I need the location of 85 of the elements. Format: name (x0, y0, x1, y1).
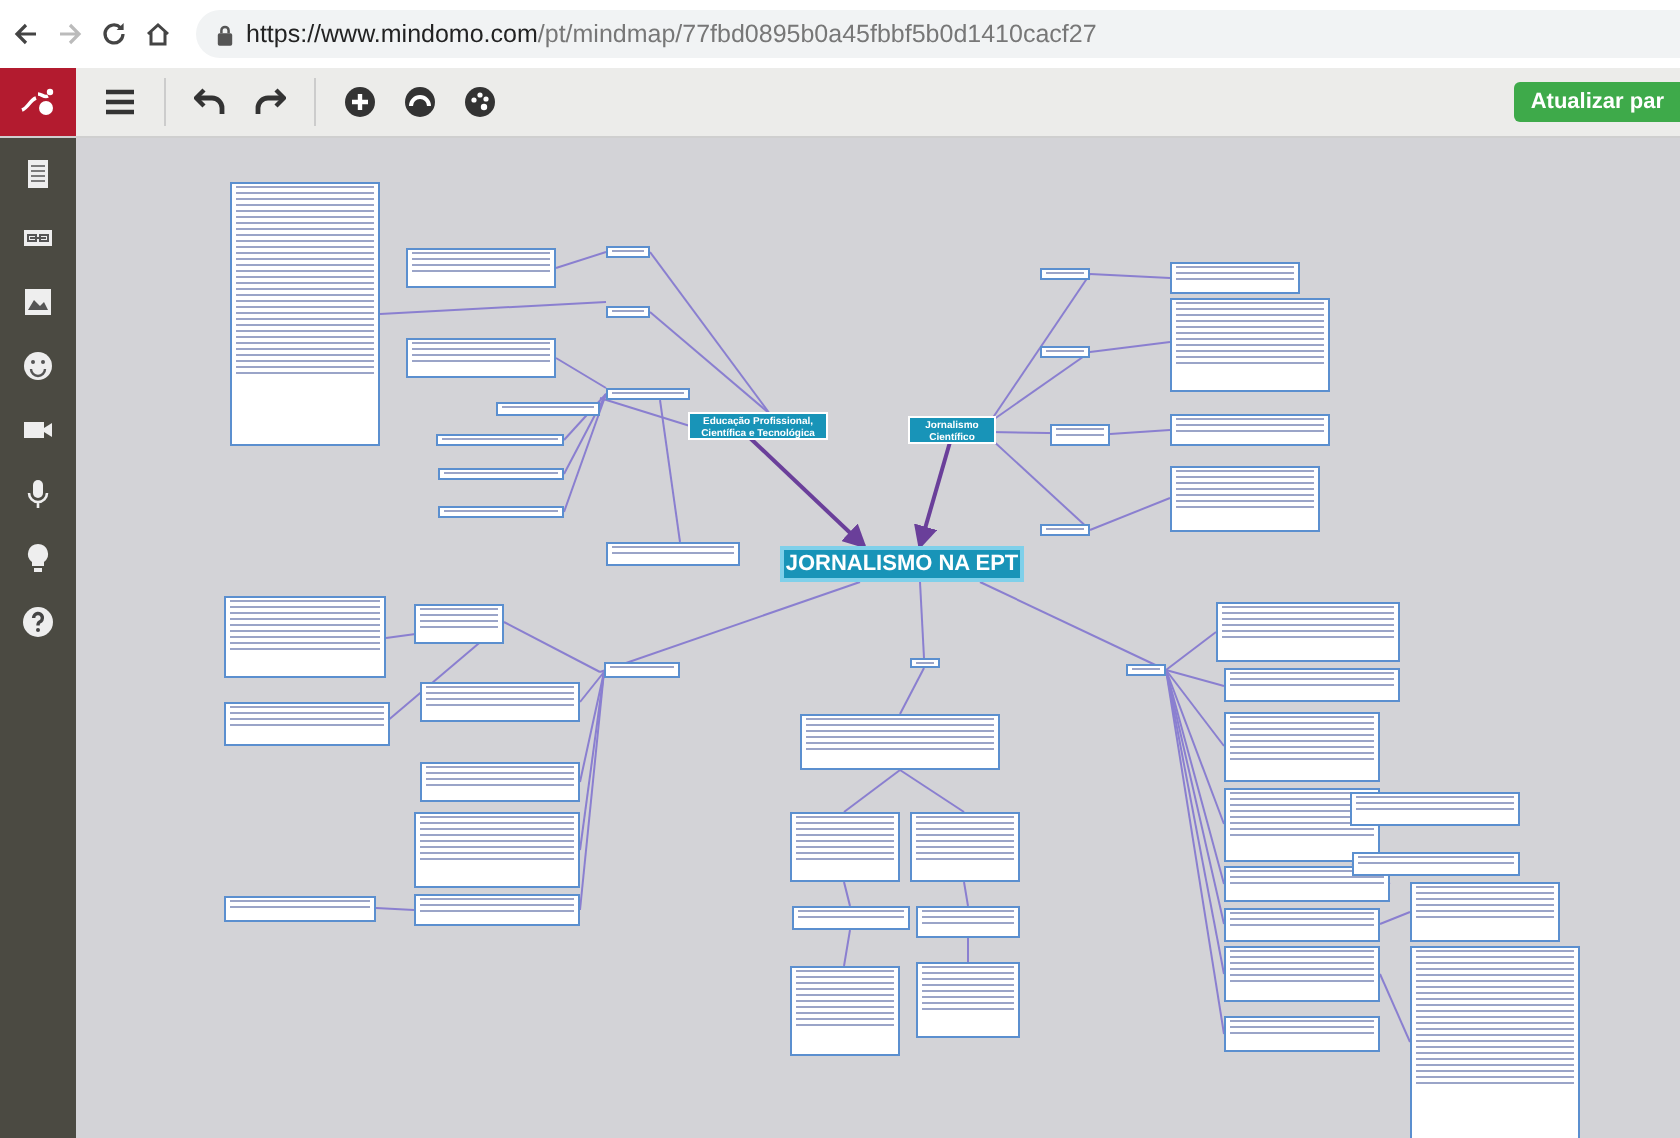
mind-map-node[interactable] (790, 812, 900, 882)
connector-line (843, 929, 851, 967)
update-button[interactable]: Atualizar par (1514, 82, 1680, 122)
connector-arrow (748, 436, 867, 549)
mind-map-node[interactable] (420, 762, 580, 802)
mind-map-node[interactable] (414, 604, 504, 644)
mind-map-node[interactable] (1216, 602, 1400, 662)
mind-map-node[interactable] (790, 966, 900, 1056)
mind-map-node[interactable] (230, 182, 380, 446)
mind-map-node[interactable] (1224, 908, 1380, 942)
connector-line (967, 937, 969, 963)
mind-map-node[interactable] (436, 434, 564, 446)
connector-line (555, 357, 607, 389)
mind-map-node[interactable] (406, 338, 556, 378)
lightbulb-icon[interactable] (22, 542, 54, 574)
mind-map-node[interactable] (606, 542, 740, 566)
microphone-icon[interactable] (22, 478, 54, 510)
mind-map-node[interactable] (604, 662, 680, 678)
mind-map-node[interactable] (1170, 414, 1330, 446)
connector-line (375, 907, 415, 911)
mind-map-node[interactable] (1350, 792, 1520, 826)
image-icon[interactable] (22, 286, 54, 318)
mind-map-node[interactable] (406, 248, 556, 288)
connector-line (963, 881, 969, 907)
app-logo[interactable] (0, 68, 76, 136)
connector-line (1379, 911, 1411, 925)
smiley-icon[interactable] (22, 350, 54, 382)
undo-icon[interactable] (194, 86, 226, 118)
mind-map-node[interactable] (1040, 524, 1090, 536)
reload-icon[interactable] (100, 20, 128, 48)
back-icon[interactable] (12, 20, 40, 48)
connector-line (555, 251, 607, 269)
mind-map-node[interactable] (1224, 866, 1390, 902)
connector-line (899, 769, 965, 813)
connector-line (843, 881, 851, 907)
mind-map-node[interactable] (1170, 262, 1300, 294)
mind-map-node[interactable] (1224, 1016, 1380, 1052)
redo-icon[interactable] (254, 86, 286, 118)
connector-line (899, 667, 925, 715)
mind-map-node[interactable] (414, 812, 580, 888)
mind-map-node[interactable] (224, 702, 390, 746)
mind-map-node[interactable] (496, 402, 600, 416)
help-icon[interactable] (22, 606, 54, 638)
mind-map-node[interactable] (1224, 712, 1380, 782)
central-topic-node[interactable]: JORNALISMO NA EPT (780, 546, 1024, 582)
mind-map-node[interactable] (800, 714, 1000, 770)
mind-map-node[interactable] (438, 506, 564, 518)
mind-map-node[interactable] (1050, 424, 1110, 446)
mind-map-node[interactable] (1224, 668, 1400, 702)
connector-line (1379, 973, 1411, 1043)
mind-map-node[interactable] (438, 468, 564, 480)
mind-map-node[interactable] (1410, 882, 1560, 942)
mind-map-node[interactable] (1126, 664, 1166, 676)
connector-arrow (914, 441, 952, 550)
mind-map-node[interactable] (910, 658, 940, 668)
mind-map-node[interactable] (1040, 346, 1090, 358)
mind-map-node[interactable] (1170, 298, 1330, 392)
mind-map-node[interactable] (414, 894, 580, 926)
mind-map-node[interactable] (224, 596, 386, 678)
mind-map-node[interactable] (420, 682, 580, 722)
notes-icon[interactable] (22, 158, 54, 190)
mind-map-node[interactable] (792, 906, 910, 930)
lock-icon (216, 23, 234, 45)
mind-map-node[interactable] (1170, 466, 1320, 532)
forward-icon[interactable] (56, 20, 84, 48)
home-icon[interactable] (144, 20, 172, 48)
address-bar[interactable]: https://www.mindomo.com/pt/mindmap/77fbd0895b0a45fbbf5b0d1410cacf27 (196, 10, 1680, 58)
mind-map-node[interactable] (606, 246, 650, 258)
mind-map-node[interactable] (916, 906, 1020, 938)
palette-icon[interactable] (464, 86, 496, 118)
mind-map-node[interactable] (606, 306, 650, 318)
connector-line (919, 581, 925, 659)
add-icon[interactable] (344, 86, 376, 118)
mind-map-node[interactable] (1352, 852, 1520, 876)
mind-map-node[interactable] (1410, 946, 1580, 1138)
mind-map-node[interactable] (224, 896, 376, 922)
url-text: https://www.mindomo.com/pt/mindmap/77fbd0895b0a45fbbf5b0d1410cacf27 (246, 20, 1097, 48)
mind-map-node[interactable] (1224, 946, 1380, 1002)
mind-map-node[interactable] (916, 962, 1020, 1038)
layout-icon[interactable] (404, 86, 436, 118)
mind-map-node[interactable] (1040, 268, 1090, 280)
mind-map-node[interactable] (606, 388, 690, 400)
mind-map-node[interactable] (910, 812, 1020, 882)
menu-icon[interactable] (104, 86, 136, 118)
connector-line (843, 769, 901, 813)
